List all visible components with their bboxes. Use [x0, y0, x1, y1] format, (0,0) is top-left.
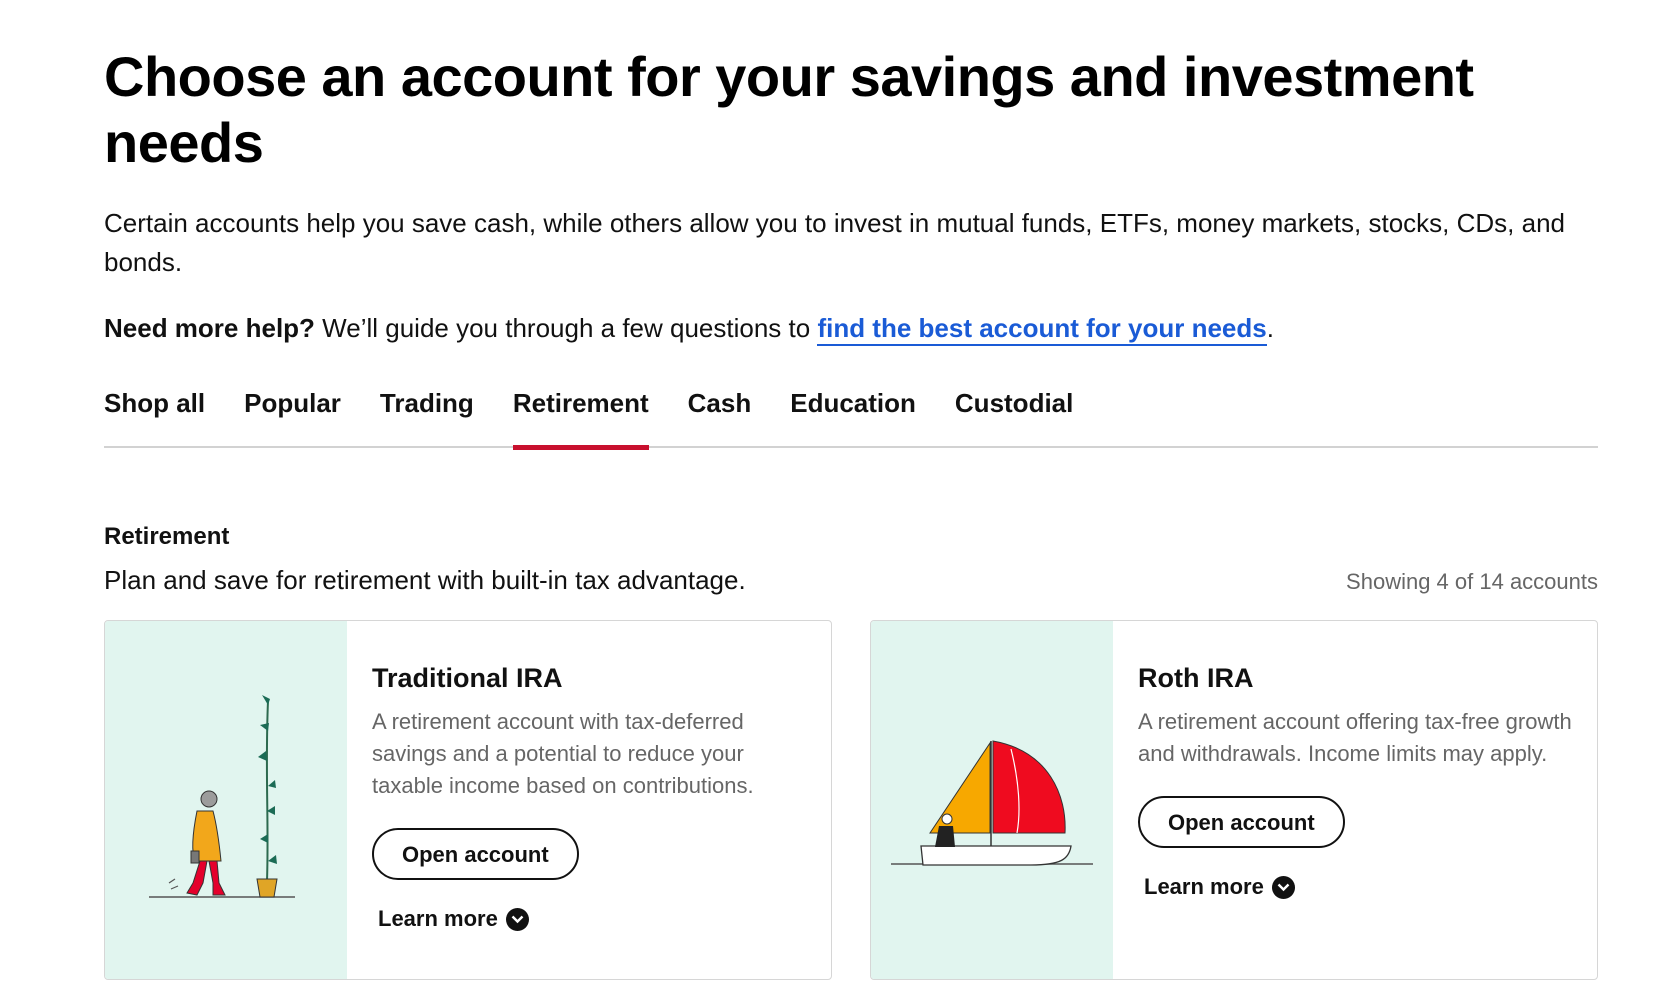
tab-education[interactable]: Education [790, 388, 916, 448]
chevron-down-icon [1271, 875, 1295, 899]
card-title: Roth IRA [1138, 663, 1254, 693]
card-body: Traditional IRA A retirement account wit… [347, 621, 831, 979]
tab-trading[interactable]: Trading [380, 388, 474, 448]
chevron-down-icon [505, 907, 529, 931]
account-card-roth-ira: Roth IRA A retirement account offering t… [870, 620, 1598, 980]
tab-retirement[interactable]: Retirement [512, 388, 649, 450]
learn-more-link[interactable]: Learn more [378, 906, 812, 932]
help-bold-label: Need more help? [104, 313, 315, 343]
account-tabs: Shop all Popular Trading Retirement Cash… [104, 388, 1598, 450]
find-best-account-link[interactable]: find the best account for your needs [817, 313, 1267, 346]
intro-text: Certain accounts help you save cash, whi… [104, 208, 1565, 277]
open-account-button[interactable]: Open account [1138, 796, 1345, 848]
account-cards: Traditional IRA A retirement account wit… [104, 620, 1598, 980]
page-title: Choose an account for your savings and i… [104, 45, 1474, 174]
card-description: A retirement account offering tax-free g… [1138, 709, 1572, 766]
page-content: Choose an account for your savings and i… [104, 44, 1598, 980]
account-card-traditional-ira: Traditional IRA A retirement account wit… [104, 620, 832, 980]
help-body-text: We’ll guide you through a few questions … [314, 313, 818, 343]
tab-cash[interactable]: Cash [688, 388, 752, 448]
learn-more-link[interactable]: Learn more [1144, 874, 1578, 900]
section-description: Plan and save for retirement with built-… [104, 565, 746, 595]
learn-more-label: Learn more [1144, 874, 1264, 899]
account-count: Showing 4 of 14 accounts [1346, 569, 1598, 594]
open-account-button[interactable]: Open account [372, 828, 579, 880]
person-walking-with-plant-icon [105, 621, 347, 979]
learn-more-label: Learn more [378, 906, 498, 931]
card-description: A retirement account with tax-deferred s… [372, 709, 754, 798]
help-end-punct: . [1266, 313, 1274, 343]
card-body: Roth IRA A retirement account offering t… [1113, 621, 1597, 979]
sailboat-icon [871, 621, 1113, 979]
tab-popular[interactable]: Popular [244, 388, 341, 448]
section-header-row: Plan and save for retirement with built-… [104, 565, 1598, 596]
tab-custodial[interactable]: Custodial [955, 388, 1073, 448]
help-text: Need more help? We’ll guide you through … [104, 308, 1598, 348]
card-title: Traditional IRA [372, 663, 563, 693]
tab-shop-all[interactable]: Shop all [104, 388, 205, 448]
section-title: Retirement [104, 523, 230, 550]
